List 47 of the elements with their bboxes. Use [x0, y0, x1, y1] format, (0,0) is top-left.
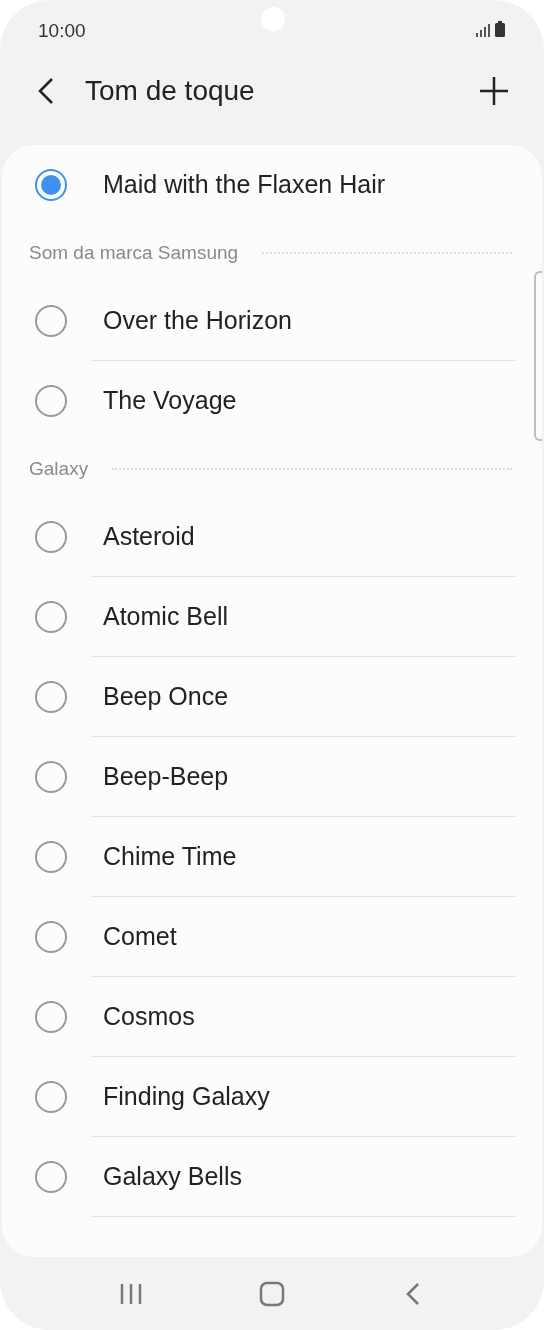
ringtone-label: Maid with the Flaxen Hair [103, 169, 386, 201]
radio-button[interactable] [35, 1001, 67, 1033]
section-heading: Galaxy [29, 456, 89, 481]
ringtone-item[interactable]: Cosmos [2, 977, 542, 1057]
home-icon [259, 1280, 285, 1307]
add-icon [480, 77, 508, 105]
ringtone-label: Comet [103, 921, 177, 953]
ringtone-item[interactable]: Chime Time [2, 817, 542, 897]
ringtone-item[interactable]: Beep-Beep [2, 737, 542, 817]
ringtone-item[interactable]: Maid with the Flaxen Hair [2, 145, 542, 225]
radio-button[interactable] [35, 601, 67, 633]
ringtone-label: Chime Time [103, 841, 237, 873]
signal-icon [476, 23, 490, 37]
recent-apps-icon [119, 1282, 142, 1305]
ringtone-label: Beep Once [103, 681, 229, 713]
radio-button[interactable] [35, 305, 67, 337]
ringtone-item[interactable]: Comet [2, 897, 542, 977]
ringtone-label: The Voyage [103, 385, 237, 417]
ringtone-item[interactable]: Galaxy Bells [2, 1137, 542, 1217]
ringtone-label: Galaxy Bells [103, 1161, 242, 1193]
page-title: Tom de toque [85, 74, 255, 108]
ringtone-item[interactable]: Finding Galaxy [2, 1057, 542, 1137]
nav-back-icon [405, 1281, 422, 1306]
ringtone-item[interactable]: Beep Once [2, 657, 542, 737]
ringtone-item[interactable]: Over the Horizon [2, 281, 542, 361]
radio-button[interactable] [35, 921, 67, 953]
ringtone-label: Finding Galaxy [103, 1081, 270, 1113]
ringtone-label: Cosmos [103, 1001, 195, 1033]
back-icon [37, 77, 55, 105]
radio-button[interactable] [35, 761, 67, 793]
ringtone-item[interactable]: The Voyage [2, 361, 542, 441]
section-heading: Som da marca Samsung [29, 240, 239, 265]
radio-button[interactable] [35, 521, 67, 553]
ringtone-item[interactable]: Atomic Bell [2, 577, 542, 657]
radio-button[interactable] [35, 681, 67, 713]
radio-button[interactable] [35, 385, 67, 417]
radio-button[interactable] [35, 841, 67, 873]
ringtone-label: Beep-Beep [103, 761, 229, 793]
ringtone-label: Over the Horizon [103, 305, 292, 337]
radio-button[interactable] [35, 169, 67, 201]
ringtone-item[interactable]: Asteroid [2, 497, 542, 577]
ringtone-label: Atomic Bell [103, 601, 229, 633]
ringtone-label: Asteroid [103, 521, 195, 553]
radio-button[interactable] [35, 1081, 67, 1113]
status-time: 10:00 [38, 18, 86, 43]
battery-icon [495, 21, 505, 37]
radio-button[interactable] [35, 1161, 67, 1193]
